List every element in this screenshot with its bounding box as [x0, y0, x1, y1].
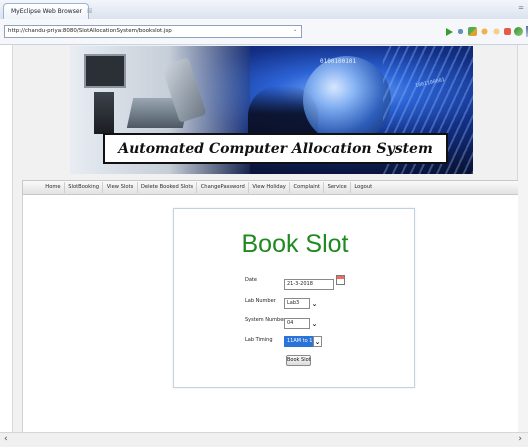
tab-title: MyEclipse Web Browser	[11, 8, 82, 15]
settings-icon[interactable]	[456, 27, 465, 36]
chevron-down-icon[interactable]: ⌄	[310, 318, 319, 329]
back-icon[interactable]	[480, 27, 489, 36]
date-label: Date	[245, 277, 257, 283]
nav-item-change-password[interactable]: ChangePassword	[197, 182, 250, 193]
nav-item-service[interactable]: Service	[324, 182, 352, 193]
banner-title-box: Automated Computer Allocation System	[103, 133, 448, 164]
url-input[interactable]: http://chandu-priya:8080/SlotAllocationS…	[4, 25, 302, 38]
globe-graphic	[303, 56, 391, 144]
lab-number-label: Lab Number	[245, 298, 276, 304]
browser-titlebar: MyEclipse Web Browser ☒ =	[0, 0, 528, 19]
book-slot-button[interactable]: Book Slot	[286, 355, 311, 366]
url-dropdown-icon[interactable]: ⌄	[293, 27, 297, 33]
stop-icon[interactable]	[504, 28, 511, 35]
nav-item-logout[interactable]: Logout	[351, 182, 375, 193]
date-field[interactable]: 21-3-2018	[284, 279, 334, 290]
lab-number-value: Lab3	[284, 298, 310, 309]
web-page: 0100100101 1001100001 Automated Computer…	[12, 45, 519, 432]
window-menu-icon[interactable]: =	[518, 4, 524, 12]
chevron-down-icon[interactable]: ⌄	[310, 298, 319, 309]
chevron-down-icon[interactable]: ⌄	[313, 336, 322, 347]
lab-number-select[interactable]: Lab3 ⌄	[284, 298, 319, 309]
browser-toolbar: http://chandu-priya:8080/SlotAllocationS…	[0, 19, 528, 45]
horizontal-scrollbar[interactable]: ‹ ›	[0, 432, 528, 447]
monitor-graphic	[84, 54, 126, 88]
main-nav: Home SlotBooking View Slots Delete Booke…	[22, 180, 519, 195]
tools-icon[interactable]	[468, 27, 477, 36]
vertical-scrollbar[interactable]	[518, 45, 528, 432]
lab-timing-label: Lab Timing	[245, 337, 273, 343]
form-title: Book Slot	[241, 230, 349, 258]
system-number-label: System Number	[245, 317, 286, 323]
nav-item-home[interactable]: Home	[42, 182, 65, 193]
tab-close-icon[interactable]: ☒	[87, 8, 92, 15]
system-number-value: 04	[284, 318, 310, 329]
scroll-right-icon[interactable]: ›	[518, 434, 522, 444]
forward-icon[interactable]	[492, 27, 501, 36]
nav-item-view-holiday[interactable]: View Holiday	[249, 182, 291, 193]
nav-item-view-slots[interactable]: View Slots	[103, 182, 138, 193]
browser-tab[interactable]: MyEclipse Web Browser ☒	[3, 3, 92, 19]
lab-timing-select[interactable]: 11AM to 1PM ⌄	[284, 336, 322, 347]
system-number-select[interactable]: 04 ⌄	[284, 318, 319, 329]
site-title: Automated Computer Allocation System	[118, 140, 433, 157]
binary-text-graphic: 0100100101	[320, 58, 357, 65]
scroll-left-icon[interactable]: ‹	[4, 434, 8, 444]
refresh-icon[interactable]	[514, 27, 523, 36]
go-icon[interactable]	[446, 27, 453, 36]
header-banner: 0100100101 1001100001 Automated Computer…	[70, 46, 473, 174]
book-slot-form: Book Slot Date 21-3-2018 Lab Number Lab3…	[173, 208, 415, 388]
nav-item-delete-booked-slots[interactable]: Delete Booked Slots	[138, 182, 198, 193]
calendar-icon[interactable]	[336, 275, 345, 285]
nav-item-complaint[interactable]: Complaint	[290, 182, 325, 193]
computer-tower-graphic	[94, 92, 114, 134]
navigation-icons	[446, 26, 528, 37]
lab-timing-value: 11AM to 1PM	[284, 336, 313, 347]
nav-item-slotbooking[interactable]: SlotBooking	[65, 182, 104, 193]
main-content: Book Slot Date 21-3-2018 Lab Number Lab3…	[22, 195, 519, 432]
